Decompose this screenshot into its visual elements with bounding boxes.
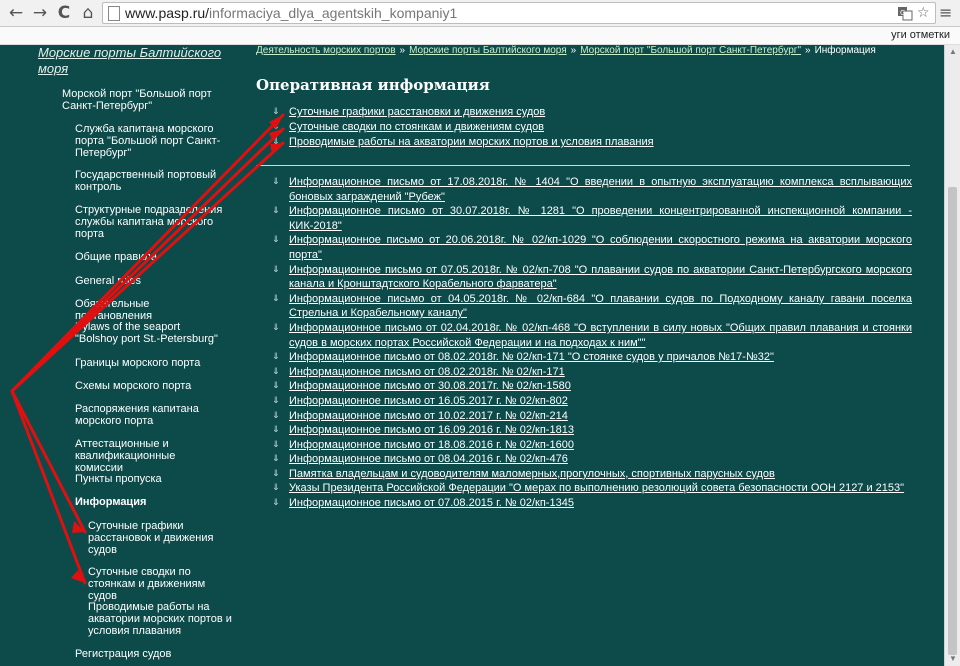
page-icon — [108, 6, 120, 21]
info-letter-link[interactable]: ⇓ Информационное письмо от 30.08.2017г. №… — [272, 379, 912, 394]
url-host: www.pasp.ru/ — [125, 5, 210, 21]
menu-icon[interactable]: ≡ — [939, 4, 955, 22]
bullet-icon: ⇓ — [272, 322, 280, 333]
sidebar-item-general-rules-en[interactable]: General rules — [75, 275, 225, 287]
bullet-icon: ⇓ — [272, 498, 280, 509]
bullet-icon: ⇓ — [272, 107, 280, 117]
link-works-in-waters[interactable]: ⇓ Проводимые работы на акватории морских … — [272, 135, 912, 150]
url-text[interactable]: www.pasp.ru/informaciya_dlya_agentskih_k… — [125, 4, 457, 22]
sidebar-item-regulations[interactable]: Обязательные постановления — [75, 298, 225, 322]
sidebar-item-checkpoints[interactable]: Пункты пропуска — [75, 473, 225, 485]
breadcrumb-separator: » — [805, 45, 811, 56]
breadcrumb-link[interactable]: Деятельность морских портов — [256, 45, 396, 56]
sidebar-item-orders[interactable]: Распоряжения капитана морского порта — [75, 403, 225, 427]
forward-icon[interactable]: → — [30, 3, 50, 23]
bullet-icon: ⇓ — [272, 395, 280, 406]
sidebar-item-schemes[interactable]: Схемы морского порта — [75, 380, 225, 392]
info-letter-link[interactable]: ⇓ Информационное письмо от 08.02.2018г. №… — [272, 350, 912, 365]
info-letter-link[interactable]: ⇓ Информационное письмо от 16.09.2016 г. … — [272, 423, 912, 438]
bullet-icon: ⇓ — [272, 177, 280, 187]
bullet-icon: ⇓ — [272, 468, 280, 479]
other-bookmarks[interactable]: уги отметки — [891, 29, 950, 41]
divider — [256, 165, 910, 166]
breadcrumb-link[interactable]: Морской порт "Большой порт Санкт-Петербу… — [580, 45, 801, 56]
sidebar-subitem-summaries[interactable]: Суточные сводки по стоянкам и движениям … — [88, 566, 233, 602]
info-letter-link[interactable]: ⇓ Информационное письмо от 04.05.2018г. №… — [272, 292, 912, 321]
breadcrumb-separator: » — [570, 45, 577, 56]
back-icon[interactable]: ← — [6, 3, 26, 23]
bullet-icon: ⇓ — [272, 425, 280, 436]
sidebar-item-structure[interactable]: Структурные подразделения службы капитан… — [75, 204, 225, 240]
scroll-down-icon[interactable]: ▼ — [948, 654, 958, 664]
sidebar-item-port-control[interactable]: Государственный портовый контроль — [75, 169, 225, 193]
translate-icon[interactable]: G — [897, 5, 913, 25]
info-letter-link[interactable]: ⇓ Информационное письмо от 08.02.2018г. №… — [272, 365, 912, 380]
info-letter-link[interactable]: ⇓ Информационное письмо от 30.07.2018г. №… — [272, 204, 912, 233]
info-letter-link[interactable]: ⇓ Указы Президента Российской Федерации "… — [272, 481, 912, 496]
bullet-icon: ⇓ — [272, 137, 280, 147]
address-bar[interactable]: www.pasp.ru/informaciya_dlya_agentskih_k… — [102, 2, 936, 24]
info-letter-link[interactable]: ⇓ Информационное письмо от 17.08.2018г. №… — [272, 175, 912, 204]
bullet-icon: ⇓ — [272, 206, 280, 217]
url-path: informaciya_dlya_agentskih_kompaniy1 — [209, 5, 458, 21]
bullet-icon: ⇓ — [272, 381, 280, 392]
browser-toolbar: ← → C ⌂ www.pasp.ru/informaciya_dlya_age… — [0, 0, 960, 27]
arrowhead — [72, 521, 85, 533]
scroll-thumb[interactable] — [948, 187, 957, 655]
info-letter-link[interactable]: ⇓ Памятка владельцам и судоводителям мало… — [272, 467, 912, 482]
link-daily-schedules[interactable]: ⇓ Суточные графики расстановки и движения… — [272, 105, 912, 120]
scroll-up-icon[interactable]: ▲ — [948, 47, 958, 57]
home-icon[interactable]: ⌂ — [78, 3, 98, 23]
arrowhead — [71, 570, 85, 583]
reload-icon[interactable]: C — [54, 3, 74, 23]
info-letter-link[interactable]: ⇓ Информационное письмо от 18.08.2016 г. … — [272, 438, 912, 453]
sidebar-top-link[interactable]: Морские порты Балтийского моря — [38, 45, 228, 77]
scrollbar[interactable]: ▲ ▼ — [944, 45, 960, 666]
info-letter-link[interactable]: ⇓ Информационное письмо от 16.05.2017 г. … — [272, 394, 912, 409]
bullet-icon: ⇓ — [272, 410, 280, 421]
breadcrumb-current: Информация — [814, 45, 876, 56]
breadcrumb-separator: » — [399, 45, 406, 56]
sidebar-item-general-rules-ru[interactable]: Общие правила — [75, 251, 225, 263]
bullet-icon: ⇓ — [272, 352, 280, 363]
page-content: Морские порты Балтийского моря Морской п… — [0, 45, 944, 666]
sidebar-item-harbor-master[interactable]: Служба капитана морского порта "Большой … — [75, 123, 225, 159]
info-letter-link[interactable]: ⇓ Информационное письмо от 20.06.2018г. №… — [272, 233, 912, 262]
breadcrumb-link[interactable]: Морские порты Балтийского моря — [409, 45, 567, 56]
bookmarks-bar: уги отметки — [0, 27, 960, 45]
bullet-icon: ⇓ — [272, 293, 280, 304]
operational-links: ⇓ Суточные графики расстановки и движения… — [272, 105, 912, 150]
bullet-icon: ⇓ — [272, 483, 280, 494]
sidebar-item-port[interactable]: Морской порт "Большой порт Санкт-Петербу… — [62, 88, 232, 112]
sidebar-item-registration[interactable]: Регистрация судов — [75, 648, 225, 660]
bullet-icon: ⇓ — [272, 235, 280, 246]
page-title: Оперативная информация — [256, 76, 490, 94]
svg-text:G: G — [900, 9, 905, 17]
info-letter-link[interactable]: ⇓ Информационное письмо от 07.08.2015 г. … — [272, 496, 912, 511]
sidebar-subitem-schedules[interactable]: Суточные графики расстановок и движения … — [88, 520, 233, 556]
sidebar-item-bylaws[interactable]: Bylaws of the seaport "Bolshoy port St.-… — [75, 321, 225, 345]
sidebar-item-boundaries[interactable]: Границы морского порта — [75, 357, 225, 369]
sidebar-subitem-works[interactable]: Проводимые работы на акватории морских п… — [88, 601, 233, 637]
bullet-icon: ⇓ — [272, 439, 280, 450]
info-letter-link[interactable]: ⇓ Информационное письмо от 07.05.2018г. №… — [272, 263, 912, 292]
sidebar-item-information[interactable]: Информация — [75, 496, 225, 508]
link-daily-summaries[interactable]: ⇓ Суточные сводки по стоянкам и движениям… — [272, 120, 912, 135]
bullet-icon: ⇓ — [272, 122, 280, 132]
bullet-icon: ⇓ — [272, 366, 280, 377]
info-letter-link[interactable]: ⇓ Информационное письмо от 02.04.2018г. №… — [272, 321, 912, 350]
bookmark-star-icon[interactable]: ☆ — [917, 5, 930, 21]
info-letter-link[interactable]: ⇓ Информационное письмо от 08.04.2016 г. … — [272, 452, 912, 467]
info-letter-link[interactable]: ⇓ Информационное письмо от 10.02.2017 г. … — [272, 409, 912, 424]
bullet-icon: ⇓ — [272, 264, 280, 275]
breadcrumb: Деятельность морских портов» Морские порт… — [256, 45, 876, 56]
info-letters-list: ⇓ Информационное письмо от 17.08.2018г. №… — [272, 175, 912, 511]
sidebar-item-commissions[interactable]: Аттестационные и квалификационные комисс… — [75, 438, 225, 474]
bullet-icon: ⇓ — [272, 454, 280, 465]
